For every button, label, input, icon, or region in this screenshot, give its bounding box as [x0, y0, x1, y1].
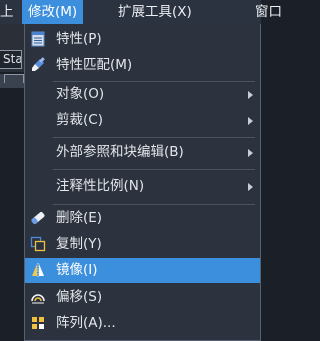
menu-item-copy[interactable]: 复制(Y): [25, 232, 260, 257]
menu-item-object[interactable]: 对象(O): [25, 82, 260, 107]
menu-item-label: 特性匹配(M): [56, 57, 133, 73]
menubar-item-partial[interactable]: 上: [0, 0, 20, 24]
menu-item-label: 阵列(A)...: [56, 315, 116, 331]
menu-separator: [53, 169, 255, 170]
menu-item-match-properties[interactable]: 特性匹配(M): [25, 53, 260, 78]
menu-item-label: 偏移(S): [56, 289, 103, 305]
submenu-arrow-icon: [248, 91, 253, 99]
menu-item-label: 外部参照和块编辑(B): [56, 144, 184, 160]
menu-item-mirror[interactable]: 镜像(I): [25, 258, 260, 283]
menu-item-label: 注释性比例(N): [56, 178, 145, 194]
menu-item-label: 对象(O): [56, 86, 105, 102]
offset-icon: [29, 288, 47, 306]
menubar: 上 修改(M) 扩展工具(X) 窗口: [0, 0, 282, 24]
menu-item-xref-block-edit[interactable]: 外部参照和块编辑(B): [25, 140, 260, 165]
eraser-icon: [29, 209, 47, 227]
modify-dropdown-menu: 特性(P) 特性匹配(M) 对象(O) 剪裁(C) 外部参照和块编辑(B) 注释…: [24, 24, 261, 341]
menubar-item-window[interactable]: 窗口: [249, 0, 288, 24]
menu-separator: [53, 137, 255, 138]
properties-icon: [29, 30, 47, 48]
submenu-arrow-icon: [248, 117, 253, 125]
submenu-arrow-icon: [248, 183, 253, 191]
copy-icon: [29, 235, 47, 253]
menu-separator: [53, 204, 255, 205]
menu-item-offset[interactable]: 偏移(S): [25, 285, 260, 310]
background-tab[interactable]: [4, 74, 24, 83]
array-icon: [29, 314, 47, 332]
menubar-item-modify[interactable]: 修改(M): [22, 0, 84, 24]
background-input-field[interactable]: Sta: [0, 50, 22, 69]
menu-item-label: 镜像(I): [56, 262, 98, 278]
menu-item-label: 剪裁(C): [56, 112, 103, 128]
match-properties-brush-icon: [29, 56, 47, 74]
menu-item-properties[interactable]: 特性(P): [25, 27, 260, 52]
menu-item-label: 复制(Y): [56, 236, 102, 252]
menu-item-label: 特性(P): [56, 31, 102, 47]
menu-item-array[interactable]: 阵列(A)...: [25, 311, 260, 336]
menu-item-clip[interactable]: 剪裁(C): [25, 108, 260, 133]
mirror-icon: [29, 261, 47, 279]
menu-item-annotative-scale[interactable]: 注释性比例(N): [25, 174, 260, 199]
menu-item-erase[interactable]: 删除(E): [25, 206, 260, 231]
menubar-item-extension-tools[interactable]: 扩展工具(X): [112, 0, 198, 24]
submenu-arrow-icon: [248, 149, 253, 157]
menu-item-label: 删除(E): [56, 210, 103, 226]
